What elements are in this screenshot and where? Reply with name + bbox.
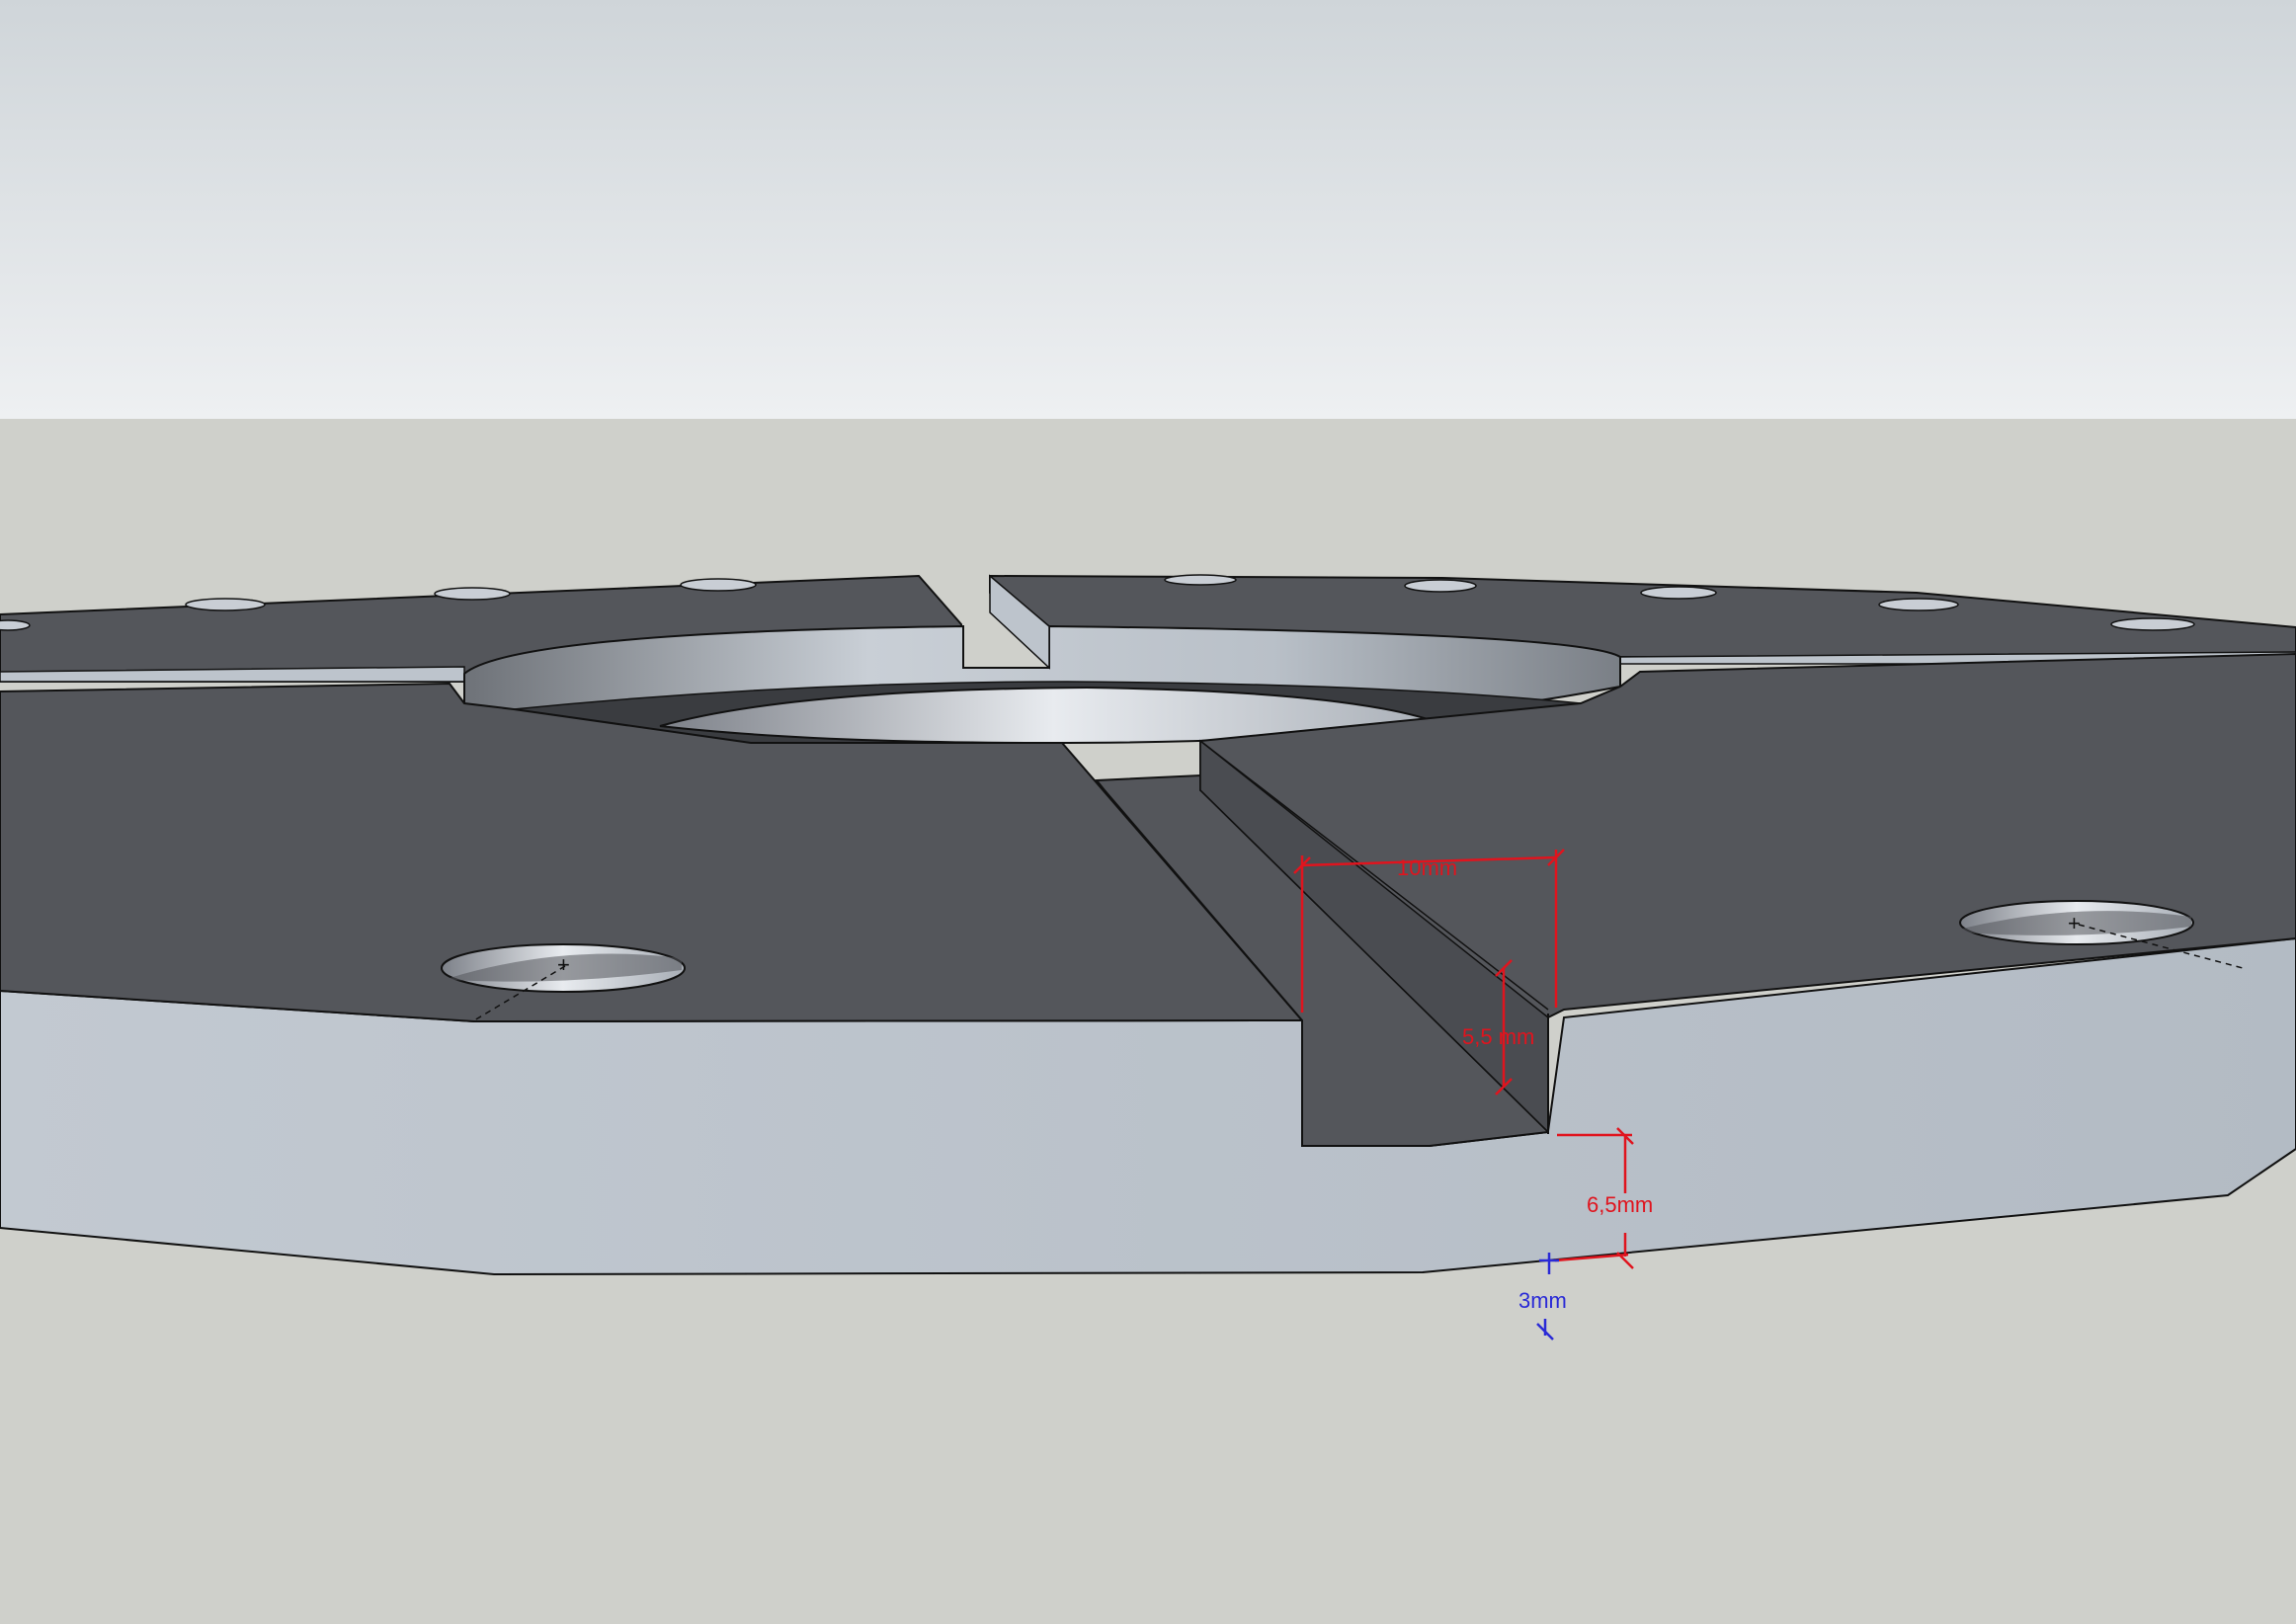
rim-hole — [1164, 574, 1237, 586]
rim-hole — [434, 587, 511, 601]
rim-hole — [185, 598, 266, 611]
rim-hole — [2110, 617, 2195, 631]
model-canvas[interactable]: + + 10mm 5,5 mm 6,5mm 3mm — [0, 0, 2296, 1624]
center-mark: + — [2068, 911, 2081, 935]
rim-hole — [1878, 598, 1959, 611]
dimension-label-offset: 3mm — [1518, 1288, 1567, 1313]
center-mark: + — [557, 952, 570, 977]
sky-background — [0, 0, 2296, 419]
dimension-label-width: 10mm — [1397, 855, 1457, 880]
rim-hole — [680, 578, 757, 592]
dimension-label-height: 6,5mm — [1587, 1192, 1653, 1217]
dimension-label-depth: 5,5 mm — [1462, 1024, 1534, 1049]
rim-hole — [1404, 579, 1477, 593]
rim-hole — [1640, 586, 1717, 600]
rim-hole — [0, 619, 31, 631]
3d-model-viewport[interactable]: + + 10mm 5,5 mm 6,5mm 3mm — [0, 0, 2296, 1624]
